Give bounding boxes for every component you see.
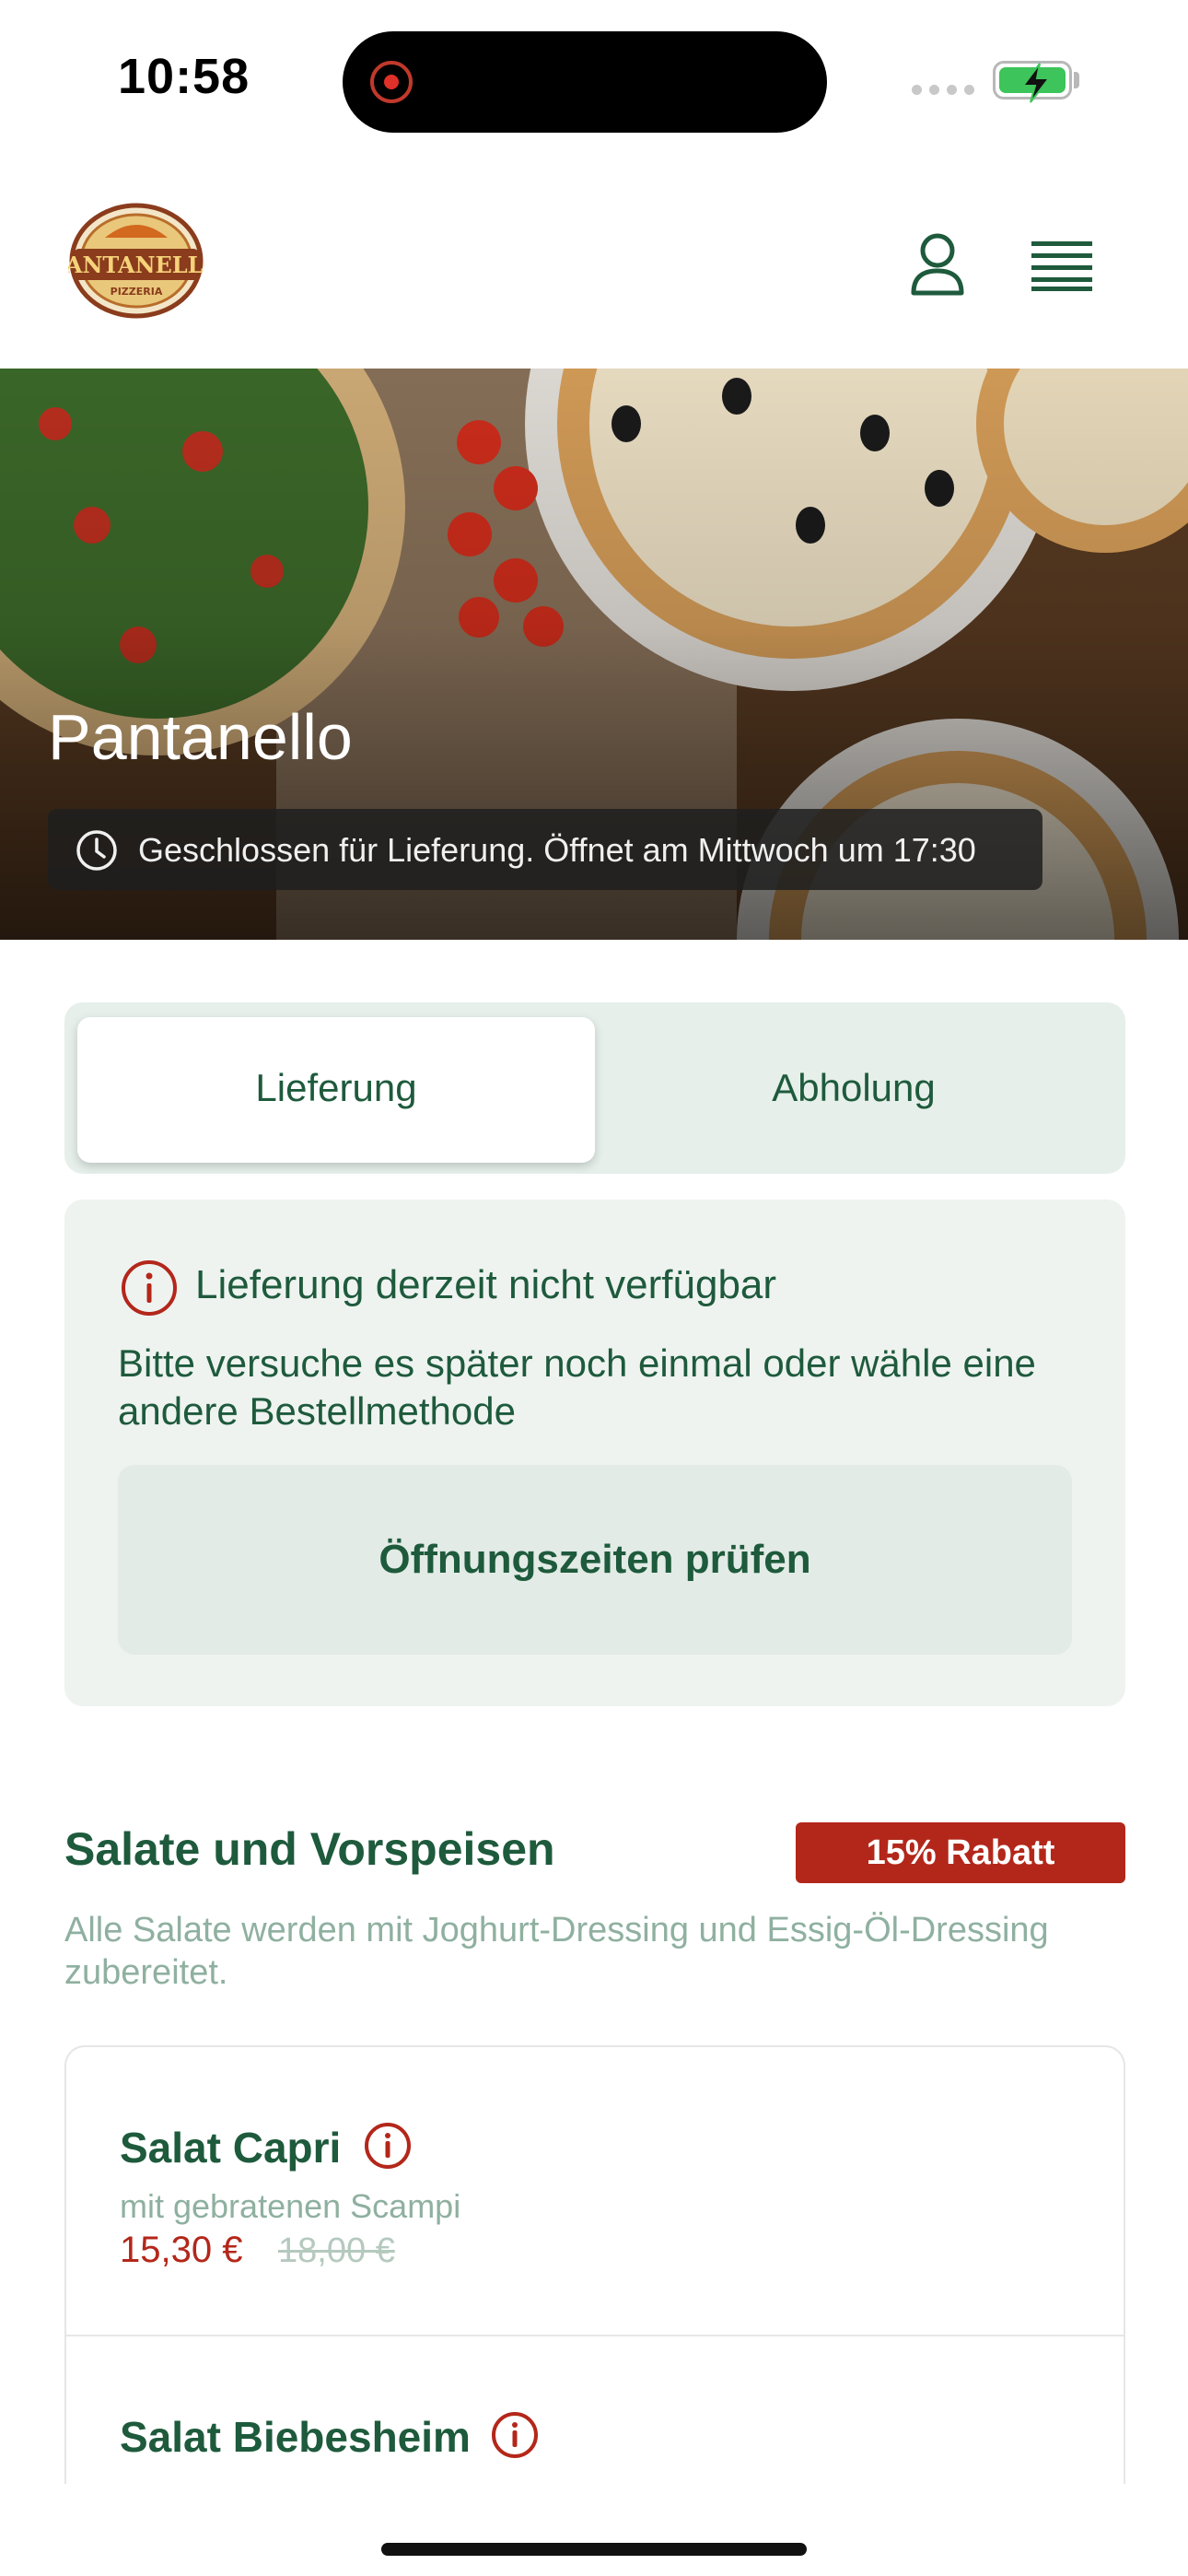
status-bar: 10:58 — [0, 0, 1188, 157]
cellular-signal-icon — [912, 85, 974, 95]
tab-abholung[interactable]: Abholung — [595, 1002, 1112, 1174]
status-time: 10:58 — [118, 49, 250, 104]
screen-recording-icon — [370, 61, 413, 103]
app-header: PANTANELLO PIZZERIA — [0, 157, 1188, 369]
delivery-unavailable-notice: Lieferung derzeit nicht verfügbar Bitte … — [64, 1200, 1125, 1706]
tab-lieferung[interactable]: Lieferung — [77, 1002, 595, 1174]
order-mode-toggle: Lieferung Abholung — [64, 1002, 1125, 1174]
item-name: Salat Biebesheim — [120, 2413, 471, 2461]
info-icon — [122, 1260, 177, 1316]
hero-banner: Pantanello Geschlossen für Lieferung. Öf… — [0, 369, 1188, 940]
restaurant-name: Pantanello — [48, 701, 353, 773]
item-name: Salat Capri — [120, 2124, 342, 2172]
item-info-icon[interactable] — [363, 2121, 413, 2171]
user-account-icon[interactable] — [910, 232, 965, 297]
home-indicator[interactable] — [381, 2543, 807, 2556]
hamburger-menu-icon[interactable] — [1031, 240, 1092, 291]
notice-title: Lieferung derzeit nicht verfügbar — [195, 1262, 777, 1307]
battery-tip — [1074, 72, 1079, 88]
category-title: Salate und Vorspeisen — [64, 1823, 555, 1875]
battery-icon — [993, 61, 1072, 103]
menu-item-list: Salat Capri mit gebratenen Scampi 15,30 … — [64, 2045, 1125, 2484]
dynamic-island — [343, 31, 827, 133]
item-price: 15,30 € — [120, 2230, 243, 2270]
pantanello-logo[interactable]: PANTANELLO PIZZERIA — [68, 203, 204, 319]
menu-item-salat-capri[interactable]: Salat Capri mit gebratenen Scampi 15,30 … — [66, 2047, 1124, 2336]
notice-body: Bitte versuche es später noch einmal ode… — [118, 1341, 1036, 1433]
closed-status-text: Geschlossen für Lieferung. Öffnet am Mit… — [138, 831, 976, 869]
item-description: mit gebratenen Scampi — [120, 2187, 461, 2225]
clock-icon — [76, 830, 117, 871]
discount-badge: 15% Rabatt — [796, 1822, 1125, 1883]
svg-text:PIZZERIA: PIZZERIA — [111, 286, 163, 298]
category-description: Alle Salate werden mit Joghurt-Dressing … — [64, 1911, 1049, 1992]
charging-bolt-icon — [1021, 63, 1052, 103]
svg-text:PANTANELLO: PANTANELLO — [68, 252, 204, 278]
closed-status-banner: Geschlossen für Lieferung. Öffnet am Mit… — [48, 809, 1042, 890]
menu-item-salat-biebesheim[interactable]: Salat Biebesheim — [66, 2336, 1124, 2484]
item-original-price: 18,00 € — [278, 2231, 395, 2270]
bottom-safe-area — [0, 2484, 1188, 2576]
item-info-icon[interactable] — [490, 2410, 540, 2460]
check-opening-hours-button[interactable]: Öffnungszeiten prüfen — [118, 1465, 1072, 1655]
